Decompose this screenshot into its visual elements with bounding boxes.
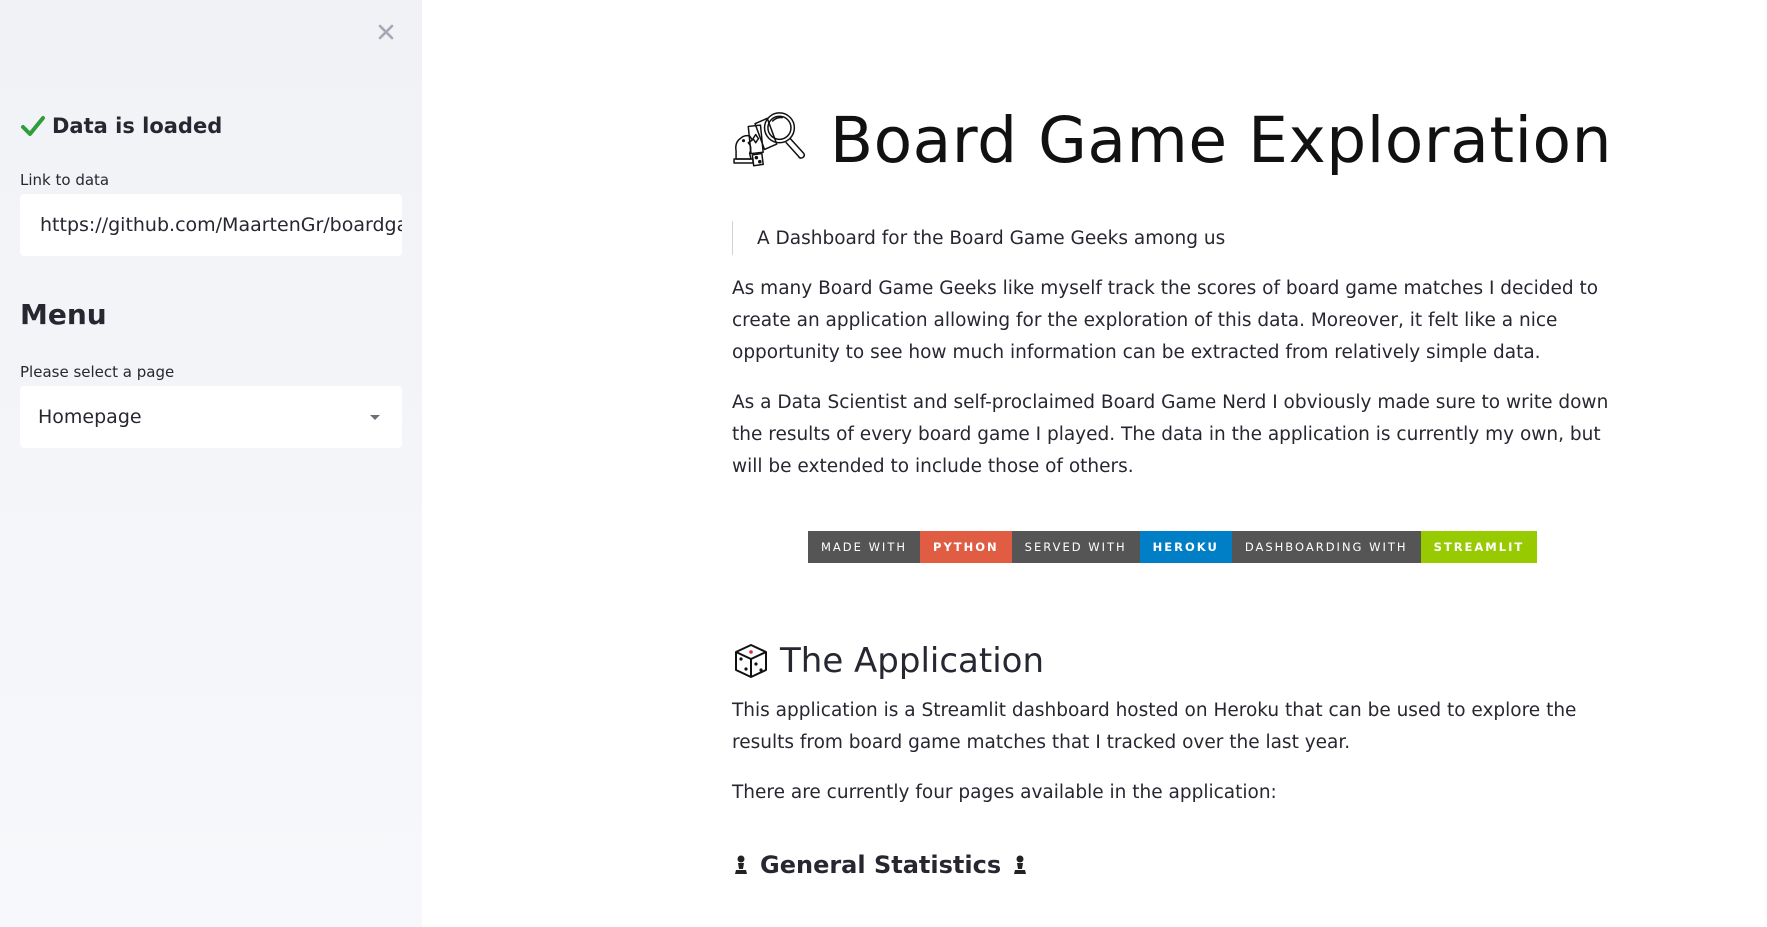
page-title: Board Game Exploration — [829, 103, 1612, 177]
section-heading-text: The Application — [780, 641, 1045, 681]
check-mark-icon — [21, 116, 45, 136]
intro-paragraph-1: As many Board Game Geeks like myself tra… — [732, 278, 1599, 363]
content-column: Board Game Exploration A Dashboard for t… — [732, 95, 1612, 879]
board-game-magnifier-icon — [733, 112, 806, 167]
badge-served-with: SERVED WITH — [1011, 531, 1140, 563]
badge-python: PYTHON — [920, 531, 1012, 563]
badge-dashboarding-with: DASHBOARDING WITH — [1231, 531, 1421, 563]
page-select-label: Please select a page — [20, 363, 175, 381]
menu-heading: Menu — [20, 298, 107, 331]
chess-pawn-icon — [1014, 855, 1027, 874]
dice-icon — [735, 644, 767, 678]
status-text: Data is loaded — [52, 114, 223, 138]
data-loaded-status: Data is loaded — [20, 113, 222, 139]
close-sidebar-button[interactable] — [372, 18, 400, 46]
badge-heroku: HEROKU — [1139, 531, 1232, 563]
chess-pawn-icon — [735, 855, 747, 874]
close-icon — [378, 24, 394, 40]
page-select[interactable]: Homepage — [20, 386, 402, 448]
caret-down-icon — [370, 414, 380, 420]
page-select-value: Homepage — [38, 406, 142, 428]
badges-row: MADE WITH PYTHON SERVED WITH HEROKU DASH… — [808, 531, 1612, 563]
application-paragraph-1: This application is a Streamlit dashboar… — [732, 700, 1577, 753]
title-row: Board Game Exploration — [732, 95, 1612, 185]
link-to-data-input[interactable]: https://github.com/MaartenGr/boardgame — [20, 194, 402, 256]
subheading-general-statistics: General Statistics — [732, 851, 1612, 879]
badge-made-with: MADE WITH — [808, 531, 921, 563]
badge-streamlit: STREAMLIT — [1420, 531, 1538, 563]
tagline-quote: A Dashboard for the Board Game Geeks amo… — [732, 221, 1612, 255]
main-content: Board Game Exploration A Dashboard for t… — [422, 0, 1767, 927]
link-to-data-label: Link to data — [20, 171, 110, 189]
intro-paragraph-2: As a Data Scientist and self-proclaimed … — [732, 392, 1609, 477]
section-heading-application: The Application — [732, 641, 1612, 681]
application-paragraph-2: There are currently four pages available… — [732, 782, 1277, 803]
subheading-text: General Statistics — [760, 851, 1002, 879]
sidebar: Data is loaded Link to data https://gith… — [0, 0, 422, 927]
app-root: Data is loaded Link to data https://gith… — [0, 0, 1767, 927]
